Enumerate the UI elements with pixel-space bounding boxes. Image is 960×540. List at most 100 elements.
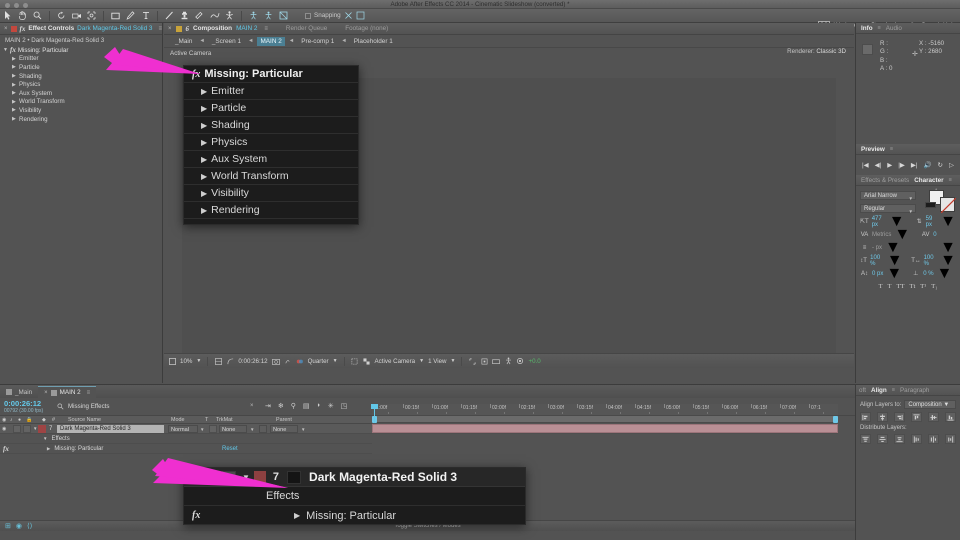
panel-menu-icon[interactable]: ≡	[87, 390, 91, 396]
subscript-button[interactable]: T₁	[931, 283, 937, 290]
align-horizontal-center-button[interactable]	[877, 412, 888, 422]
snapping-checkbox[interactable]	[305, 12, 311, 19]
channels-icon[interactable]	[296, 357, 304, 365]
composition-tab-label[interactable]: Composition	[193, 25, 232, 32]
faux-bold-button[interactable]: T	[879, 283, 883, 290]
video-toggle-icon[interactable]: ◉	[2, 426, 6, 432]
3d-renderer-icon[interactable]	[504, 357, 512, 365]
font-size-value[interactable]: 477 px	[872, 216, 886, 228]
chevron-down-icon[interactable]: ▼	[301, 427, 305, 432]
resolution-value[interactable]: Quarter	[308, 358, 329, 365]
disclosure-triangle-icon[interactable]: ▶	[12, 82, 17, 88]
layer-name[interactable]: Dark Magenta-Red Solid 3	[57, 425, 164, 433]
horizontal-scale-value[interactable]: 100 %	[924, 255, 938, 267]
renderer-indicator[interactable]: Renderer: Classic 3D	[787, 48, 846, 55]
motion-blur-icon[interactable]: ◗	[317, 402, 321, 410]
column-header-source-name[interactable]: Source Name	[68, 417, 101, 423]
show-snapshot-icon[interactable]	[284, 357, 292, 365]
panel-menu-icon[interactable]: ≡	[878, 25, 881, 31]
chevron-down-icon[interactable]: ▼	[940, 213, 956, 231]
layer-duration-bar[interactable]	[372, 424, 838, 433]
chevron-down-icon[interactable]: ▼	[200, 427, 204, 432]
align-center-icon[interactable]	[261, 9, 276, 22]
nav-tab-main2[interactable]: MAIN 2	[257, 36, 285, 46]
panel-menu-icon[interactable]: ≡	[892, 387, 895, 393]
nav-tab-placeholder1[interactable]: Placeholder 1	[351, 37, 396, 46]
effect-property-row[interactable]: ▶ Rendering	[3, 115, 162, 124]
column-header-trkmat[interactable]: TrkMat	[216, 417, 233, 423]
disclosure-triangle-icon[interactable]: ▶	[12, 90, 17, 96]
work-area-bar[interactable]	[372, 416, 838, 423]
effect-property-row[interactable]: ▶ Particle	[3, 63, 162, 72]
kerning-value[interactable]: Metrics	[872, 232, 891, 238]
graph-editor-icon[interactable]: ◳	[341, 402, 348, 410]
puppet-tool-icon[interactable]	[222, 9, 237, 22]
leading-value[interactable]: 59 px	[926, 216, 937, 228]
composition-mini-flowchart-icon[interactable]: ⇥	[265, 402, 271, 410]
timeline-bars-area[interactable]	[372, 424, 838, 434]
renderer-value[interactable]: Classic 3D	[816, 48, 846, 55]
label-icon[interactable]: ◆	[42, 417, 46, 423]
tab-paragraph[interactable]: Paragraph	[900, 387, 929, 394]
work-area-end-handle[interactable]	[833, 416, 838, 423]
timeline-ruler[interactable]: 1:00f 00:15f 01:00f 01:15f 02:00f 02:15f…	[372, 404, 838, 416]
roto-brush-tool-icon[interactable]	[207, 9, 222, 22]
close-icon[interactable]: ×	[4, 26, 8, 32]
tab-character[interactable]: Character	[914, 177, 943, 184]
align-vertical-center-button[interactable]	[928, 412, 939, 422]
loop-button[interactable]: ↻	[938, 161, 943, 169]
tab-audio[interactable]: Audio	[886, 25, 902, 32]
frame-blending-icon[interactable]: ▤	[303, 402, 310, 410]
exposure-value[interactable]: +0.0	[528, 358, 540, 365]
reset-link[interactable]: Reset	[222, 446, 238, 452]
stroke-color-swatch[interactable]	[925, 202, 936, 208]
zoom-level-value[interactable]: 10%	[180, 358, 192, 365]
camera-view-value[interactable]: Active Camera	[375, 358, 416, 365]
disclosure-triangle-icon[interactable]: ▼	[3, 47, 8, 53]
pen-tool-icon[interactable]	[123, 9, 138, 22]
distribute-top-button[interactable]	[860, 434, 871, 444]
timeline-effect-row[interactable]: fx ▶ Missing: Particular Reset	[0, 444, 372, 454]
stroke-width-value[interactable]: 0 px	[872, 271, 883, 277]
audio-icon[interactable]: ♪	[10, 417, 13, 423]
character-style-toggles[interactable]: T T TT Tt T¹ T₁	[860, 283, 956, 290]
effect-property-row[interactable]: ▶ Physics	[3, 80, 162, 89]
no-color-swatch[interactable]	[940, 197, 957, 214]
tsume-value[interactable]: 0 %	[923, 271, 933, 277]
vertical-scale-value[interactable]: 100 %	[870, 255, 884, 267]
timeline-layer-row[interactable]: ◉ ▼ 7 Dark Magenta-Red Solid 3 Normal ▼ …	[0, 424, 372, 434]
search-input[interactable]: Missing Effects	[68, 403, 110, 410]
parent-dropdown[interactable]: None	[270, 425, 298, 433]
effect-root-row[interactable]: ▼ fx Missing: Particular	[3, 46, 162, 55]
eraser-tool-icon[interactable]	[192, 9, 207, 22]
view-layout-value[interactable]: 1 View	[428, 358, 446, 365]
parent-pickwhip-icon[interactable]	[259, 425, 267, 433]
column-header-mode[interactable]: Mode	[171, 417, 185, 423]
timeline-link-icon[interactable]	[492, 357, 501, 365]
distribute-vertical-center-button[interactable]	[877, 434, 888, 444]
next-frame-button[interactable]: |▶	[898, 161, 905, 169]
tab-align[interactable]: Align	[871, 387, 887, 394]
snapping-control[interactable]: Snapping	[305, 11, 365, 20]
chevron-down-icon[interactable]: ▼	[909, 194, 913, 203]
shape-tool-icon[interactable]	[108, 9, 123, 22]
chevron-down-icon[interactable]: ▼	[909, 207, 913, 216]
panel-menu-icon[interactable]: ≡	[890, 146, 893, 152]
rotation-tool-icon[interactable]	[54, 9, 69, 22]
chevron-down-icon[interactable]: ▼	[937, 265, 953, 283]
align-buttons-row[interactable]	[860, 412, 956, 422]
tab-info[interactable]: Info	[861, 25, 873, 32]
zoom-tool-icon[interactable]	[30, 9, 45, 22]
tab-effects-presets[interactable]: Effects & Presets	[861, 177, 909, 184]
current-time-value[interactable]: 0:00:26:12	[238, 358, 267, 365]
preview-transport-controls[interactable]: |◀ ◀| ▶ |▶ ▶| 🔊 ↻ ▷	[856, 155, 960, 175]
superscript-button[interactable]: T¹	[920, 283, 926, 290]
main-toolbar[interactable]: Snapping Workspace: Standard ▼ Search He…	[0, 9, 960, 30]
effect-property-row[interactable]: ▶ Shading	[3, 72, 162, 81]
disclosure-triangle-icon[interactable]: ▶	[12, 107, 17, 113]
effect-property-row[interactable]: ▶ World Transform	[3, 98, 162, 107]
all-caps-button[interactable]: TT	[897, 283, 905, 290]
faux-italic-button[interactable]: T	[888, 283, 892, 290]
small-caps-button[interactable]: Tt	[909, 283, 915, 290]
disclosure-triangle-icon[interactable]: ▶	[12, 73, 17, 79]
